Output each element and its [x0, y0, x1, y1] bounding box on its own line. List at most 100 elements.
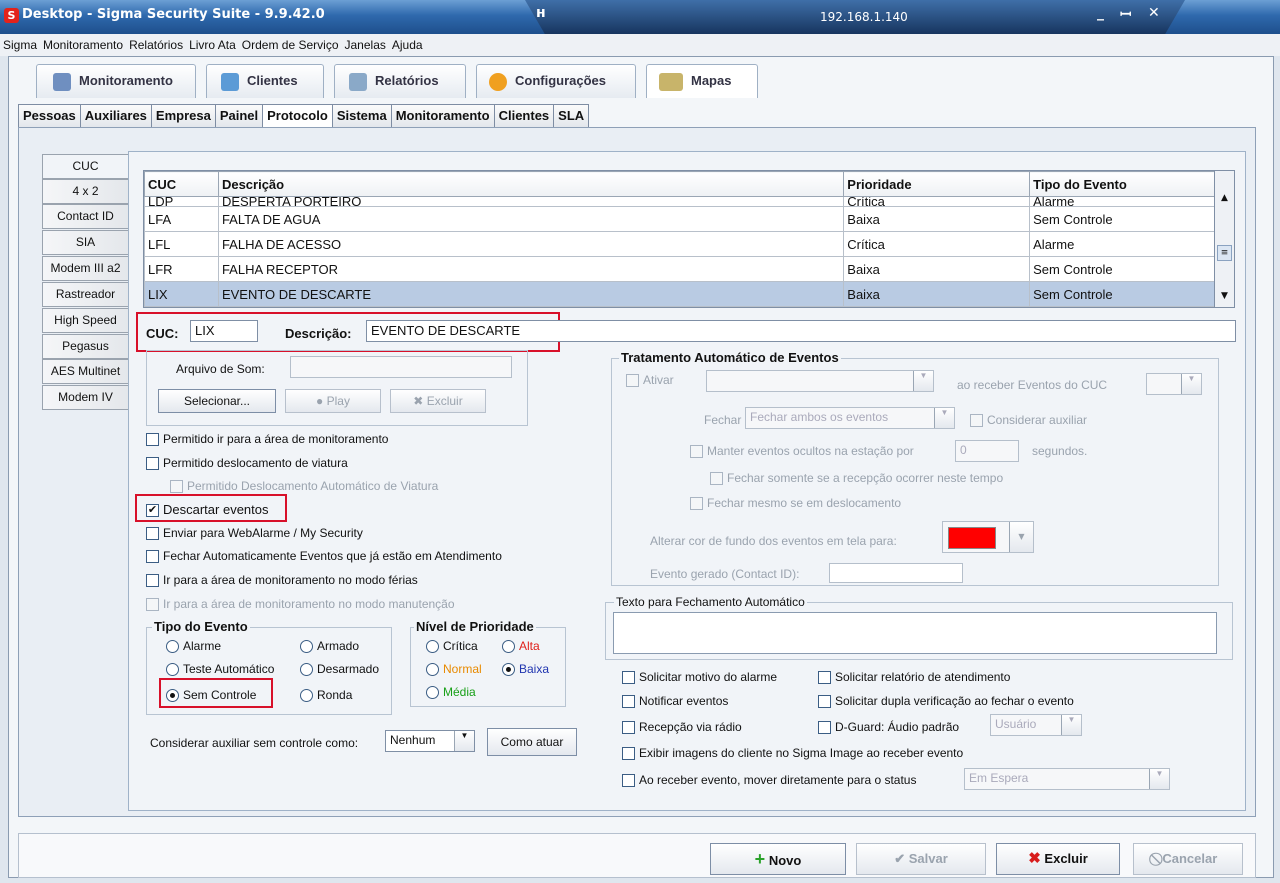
- column-header-descricao[interactable]: Descrição: [217, 171, 845, 197]
- table-row[interactable]: LDP DESPERTA PORTEIRO Crítica Alarme: [144, 196, 1216, 207]
- tab-painel[interactable]: Painel: [214, 104, 264, 128]
- minimize-icon[interactable]: _: [1097, 5, 1104, 21]
- tab-relatorios[interactable]: Relatórios: [334, 64, 466, 98]
- tab-clientes[interactable]: Clientes: [206, 64, 324, 98]
- fechar-somente-checkbox[interactable]: Fechar somente se a recepção ocorrer nes…: [710, 471, 1003, 486]
- menu-livro-ata[interactable]: Livro Ata: [186, 34, 239, 56]
- vtab-rastreador[interactable]: Rastreador: [42, 282, 128, 307]
- modo-ferias-checkbox[interactable]: Ir para a área de monitoramento no modo …: [146, 573, 418, 588]
- fechar-select[interactable]: Fechar ambos os eventos ▼: [745, 407, 955, 429]
- permitido-ir-checkbox[interactable]: Permitido ir para a área de monitorament…: [146, 432, 388, 447]
- tab-sla[interactable]: SLA: [553, 104, 590, 128]
- tab-mapas[interactable]: Mapas: [646, 64, 758, 98]
- permitido-desloc-auto-checkbox[interactable]: Permitido Deslocamento Automático de Via…: [170, 479, 438, 494]
- enviar-webalarme-checkbox[interactable]: Enviar para WebAlarme / My Security: [146, 526, 363, 541]
- solicitar-motivo-checkbox[interactable]: Solicitar motivo do alarme: [622, 670, 777, 685]
- vtab-aes-multinet[interactable]: AES Multinet: [42, 359, 128, 384]
- table-row[interactable]: LFR FALHA RECEPTOR Baixa Sem Controle: [144, 256, 1216, 282]
- table-row[interactable]: LFA FALTA DE AGUA Baixa Sem Controle: [144, 206, 1216, 232]
- radio-critica[interactable]: Crítica: [426, 639, 478, 654]
- novo-button[interactable]: + Novo: [710, 843, 846, 875]
- tab-auxiliares[interactable]: Auxiliares: [79, 104, 152, 128]
- table-row-selected[interactable]: LIX EVENTO DE DESCARTE Baixa Sem Control…: [144, 281, 1216, 307]
- cancelar-button[interactable]: ⃠ Cancelar: [1133, 843, 1243, 875]
- solicitar-relatorio-checkbox[interactable]: Solicitar relatório de atendimento: [818, 670, 1010, 685]
- menu-sigma[interactable]: Sigma: [0, 34, 40, 56]
- salvar-button[interactable]: ✔ Salvar: [856, 843, 986, 875]
- vtab-modem-iv[interactable]: Modem IV: [42, 385, 128, 410]
- scroll-up-icon[interactable]: ▲: [1217, 193, 1232, 203]
- menu-janelas[interactable]: Janelas: [342, 34, 389, 56]
- tab-pessoas[interactable]: Pessoas: [18, 104, 81, 128]
- radio-media[interactable]: Média: [426, 685, 476, 700]
- restore-icon[interactable]: ꟷ: [1120, 5, 1131, 24]
- tab-clientes-sub[interactable]: Clientes: [493, 104, 555, 128]
- descricao-input[interactable]: EVENTO DE DESCARTE: [366, 320, 1236, 342]
- pin-icon[interactable]: ʜ: [536, 5, 546, 21]
- tab-monitoramento[interactable]: Monitoramento: [36, 64, 196, 98]
- vtab-contact-id[interactable]: Contact ID: [42, 204, 128, 229]
- radio-ronda[interactable]: Ronda: [300, 688, 352, 703]
- vtab-sia[interactable]: SIA: [42, 230, 128, 255]
- cuc-table[interactable]: CUC Descrição Prioridade Tipo do Evento …: [143, 170, 1235, 308]
- texto-fechamento-textarea[interactable]: [613, 612, 1217, 654]
- radio-baixa[interactable]: Baixa: [502, 662, 549, 677]
- ativar-select[interactable]: ▼: [706, 370, 934, 392]
- ativar-checkbox[interactable]: Ativar: [626, 373, 674, 388]
- tab-empresa[interactable]: Empresa: [150, 104, 216, 128]
- cuc-input[interactable]: LIX: [190, 320, 258, 342]
- mover-status-select[interactable]: Em Espera ▼: [964, 768, 1170, 790]
- considerar-aux-checkbox[interactable]: Considerar auxiliar: [970, 413, 1087, 428]
- color-picker[interactable]: ▼: [942, 521, 1034, 553]
- table-row[interactable]: LFL FALHA DE ACESSO Crítica Alarme: [144, 231, 1216, 257]
- menu-monitoramento[interactable]: Monitoramento: [40, 34, 126, 56]
- column-header-prioridade[interactable]: Prioridade: [843, 171, 1031, 197]
- column-header-cuc[interactable]: CUC: [144, 171, 219, 197]
- considerar-auxiliar-select[interactable]: Nenhum ▼: [385, 730, 475, 752]
- descartar-eventos-checkbox[interactable]: ✔ Descartar eventos: [146, 502, 269, 518]
- vtab-cuc[interactable]: CUC: [42, 154, 128, 179]
- manter-ocultos-checkbox[interactable]: Manter eventos ocultos na estação por: [690, 444, 914, 459]
- tab-configuracoes[interactable]: Configurações: [476, 64, 636, 98]
- vtab-high-speed[interactable]: High Speed: [42, 308, 128, 333]
- tab-monitoramento-sub[interactable]: Monitoramento: [390, 104, 495, 128]
- vtab-4x2[interactable]: 4 x 2: [42, 179, 128, 204]
- como-atuar-button[interactable]: Como atuar: [487, 728, 577, 756]
- radio-alarme[interactable]: Alarme: [166, 639, 221, 654]
- evento-gerado-input[interactable]: [829, 563, 963, 583]
- fechar-auto-checkbox[interactable]: Fechar Automaticamente Eventos que já es…: [146, 549, 502, 564]
- radio-desarmado[interactable]: Desarmado: [300, 662, 379, 677]
- cuc-select[interactable]: ▼: [1146, 373, 1202, 395]
- manter-segundos-input[interactable]: 0: [955, 440, 1019, 462]
- recepcao-radio-checkbox[interactable]: Recepção via rádio: [622, 720, 742, 735]
- radio-sem-controle[interactable]: Sem Controle: [166, 688, 256, 703]
- excluir-som-button[interactable]: ✖ Excluir: [390, 389, 486, 413]
- radio-teste-automatico[interactable]: Teste Automático: [166, 662, 274, 677]
- excluir-button[interactable]: ✖ Excluir: [996, 843, 1120, 875]
- column-header-tipo-evento[interactable]: Tipo do Evento: [1029, 171, 1216, 197]
- tab-protocolo[interactable]: Protocolo: [262, 104, 333, 128]
- arquivo-som-input[interactable]: [290, 356, 512, 378]
- menu-ordem-servico[interactable]: Ordem de Serviço: [239, 34, 342, 56]
- scroll-down-icon[interactable]: ▼: [1217, 291, 1232, 301]
- modo-manutencao-checkbox[interactable]: Ir para a área de monitoramento no modo …: [146, 597, 455, 612]
- close-icon[interactable]: ✕: [1148, 5, 1160, 21]
- tab-sistema[interactable]: Sistema: [331, 104, 392, 128]
- radio-normal[interactable]: Normal: [426, 662, 482, 677]
- selecionar-button[interactable]: Selecionar...: [158, 389, 276, 413]
- dupla-verificacao-checkbox[interactable]: Solicitar dupla verificação ao fechar o …: [818, 694, 1074, 709]
- dguard-select[interactable]: Usuário ▼: [990, 714, 1082, 736]
- table-scrollbar[interactable]: ▲ ≡ ▼: [1214, 170, 1235, 308]
- play-button[interactable]: ● Play: [285, 389, 381, 413]
- fechar-mesmo-checkbox[interactable]: Fechar mesmo se em deslocamento: [690, 496, 901, 511]
- mover-status-checkbox[interactable]: Ao receber evento, mover diretamente par…: [622, 773, 916, 788]
- exibir-imagens-checkbox[interactable]: Exibir imagens do cliente no Sigma Image…: [622, 746, 963, 761]
- vtab-pegasus[interactable]: Pegasus: [42, 334, 128, 359]
- vtab-modem-iii-a2[interactable]: Modem III a2: [42, 256, 128, 281]
- menu-relatorios[interactable]: Relatórios: [126, 34, 186, 56]
- radio-armado[interactable]: Armado: [300, 639, 359, 654]
- radio-alta[interactable]: Alta: [502, 639, 540, 654]
- notificar-eventos-checkbox[interactable]: Notificar eventos: [622, 694, 728, 709]
- permitido-desloc-checkbox[interactable]: Permitido deslocamento de viatura: [146, 456, 348, 471]
- dguard-checkbox[interactable]: D-Guard: Áudio padrão: [818, 720, 959, 735]
